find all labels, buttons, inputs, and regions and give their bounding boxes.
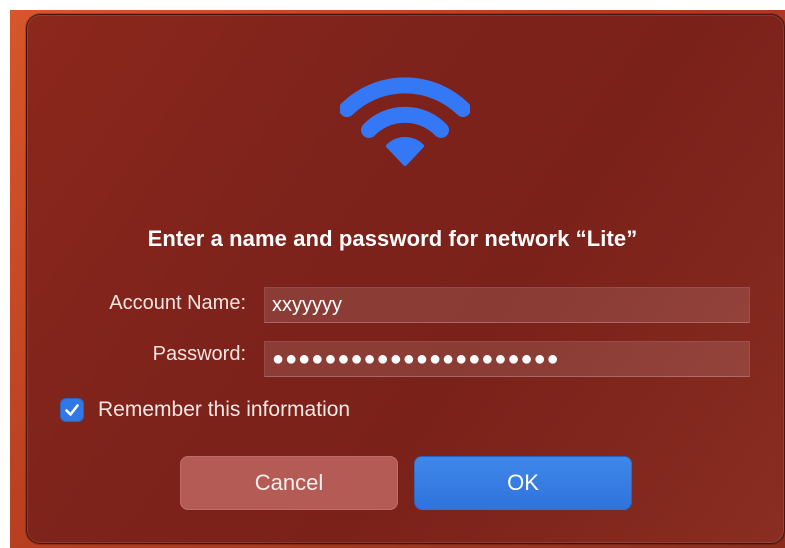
cancel-button[interactable]: Cancel: [180, 456, 398, 510]
account-name-field[interactable]: xxyyyyy: [264, 287, 750, 323]
remember-label: Remember this information: [98, 398, 351, 421]
remember-row[interactable]: Remember this information: [60, 396, 350, 424]
wifi-icon: [340, 77, 470, 166]
ok-button[interactable]: OK: [414, 456, 632, 510]
remember-checkbox[interactable]: [60, 398, 84, 422]
password-label: Password:: [152, 343, 246, 365]
checkmark-icon: [65, 404, 79, 416]
account-name-label: Account Name:: [109, 292, 246, 314]
password-field[interactable]: ●●●●●●●●●●●●●●●●●●●●●●: [264, 341, 750, 377]
dialog-title: Enter a name and password for network “L…: [147, 226, 638, 251]
